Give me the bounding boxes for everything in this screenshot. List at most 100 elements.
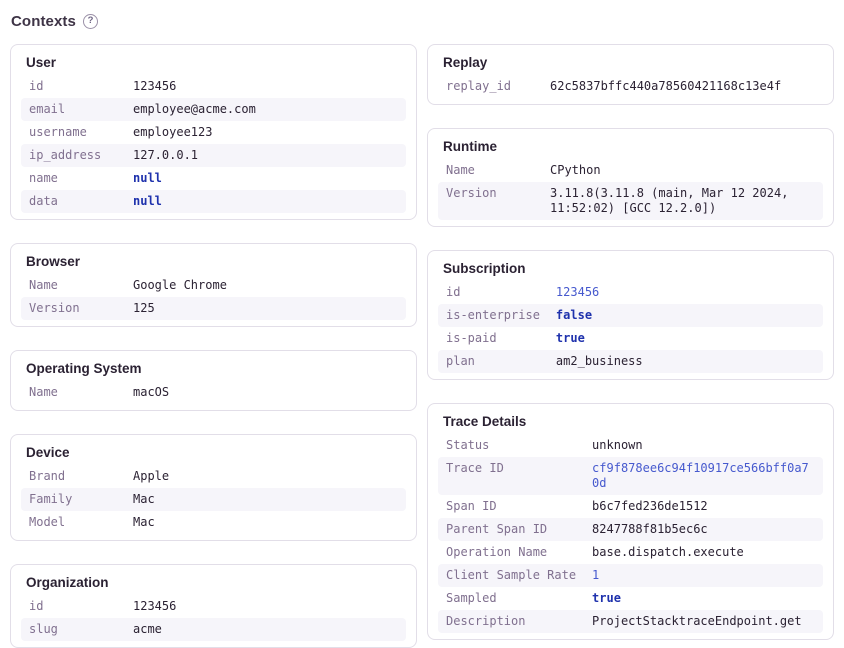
card-runtime: Runtime Name CPython Version 3.11.8(3.11…: [427, 128, 834, 227]
context-row: Family Mac: [21, 488, 406, 511]
context-key: id: [21, 595, 125, 618]
context-key: Description: [438, 610, 584, 633]
trace-id-link[interactable]: cf9f878ee6c94f10917ce566bff0a70d: [592, 461, 809, 490]
context-value: employee@acme.com: [125, 98, 406, 121]
context-row: is-paid true: [438, 327, 823, 350]
card-title: Runtime: [443, 139, 823, 155]
left-column: User id 123456 email employee@acme.com u…: [10, 44, 417, 648]
context-key: Client Sample Rate: [438, 564, 584, 587]
context-row: Client Sample Rate 1: [438, 564, 823, 587]
card-title: Trace Details: [443, 414, 823, 430]
context-key: Name: [21, 381, 125, 404]
context-key: slug: [21, 618, 125, 641]
card-title: Device: [26, 445, 406, 461]
card-title: Subscription: [443, 261, 823, 277]
context-value-replay-id: 62c5837bffc440a78560421168c13e4f: [542, 75, 823, 98]
context-key: id: [438, 281, 548, 304]
context-value: 8247788f81b5ec6c: [584, 518, 823, 541]
context-key: id: [21, 75, 125, 98]
context-row: Description ProjectStacktraceEndpoint.ge…: [438, 610, 823, 633]
context-row: name null: [21, 167, 406, 190]
context-value: acme: [125, 618, 406, 641]
context-value: 125: [125, 297, 406, 320]
context-value: 127.0.0.1: [125, 144, 406, 167]
context-key: Status: [438, 434, 584, 457]
context-row: Name macOS: [21, 381, 406, 404]
help-icon[interactable]: ?: [83, 14, 98, 29]
context-key: Version: [438, 182, 542, 220]
page-title: Contexts: [11, 13, 76, 30]
contexts-grid: User id 123456 email employee@acme.com u…: [10, 44, 834, 648]
context-value: 3.11.8(3.11.8 (main, Mar 12 2024, 11:52:…: [542, 182, 823, 220]
card-operating-system: Operating System Name macOS: [10, 350, 417, 411]
context-value: Google Chrome: [125, 274, 406, 297]
context-value: Mac: [125, 488, 406, 511]
context-row: id 123456: [21, 75, 406, 98]
context-value-number: 123456: [548, 281, 823, 304]
context-value-null: null: [125, 167, 406, 190]
context-row: Version 125: [21, 297, 406, 320]
context-row: plan am2_business: [438, 350, 823, 373]
context-key: Name: [438, 159, 542, 182]
context-key: plan: [438, 350, 548, 373]
context-value: base.dispatch.execute: [584, 541, 823, 564]
context-row: Version 3.11.8(3.11.8 (main, Mar 12 2024…: [438, 182, 823, 220]
context-key: ip_address: [21, 144, 125, 167]
card-replay: Replay replay_id 62c5837bffc440a78560421…: [427, 44, 834, 105]
context-row: username employee123: [21, 121, 406, 144]
card-organization: Organization id 123456 slug acme: [10, 564, 417, 648]
card-title: Operating System: [26, 361, 406, 377]
context-key: Operation Name: [438, 541, 584, 564]
context-value: CPython: [542, 159, 823, 182]
context-row: data null: [21, 190, 406, 213]
card-subscription: Subscription id 123456 is-enterprise fal…: [427, 250, 834, 380]
context-row: Trace ID cf9f878ee6c94f10917ce566bff0a70…: [438, 457, 823, 495]
card-device: Device Brand Apple Family Mac Model Mac: [10, 434, 417, 541]
context-row: slug acme: [21, 618, 406, 641]
card-title: Replay: [443, 55, 823, 71]
card-browser: Browser Name Google Chrome Version 125: [10, 243, 417, 327]
context-value: 123456: [125, 595, 406, 618]
context-key: replay_id: [438, 75, 542, 98]
context-value: b6c7fed236de1512: [584, 495, 823, 518]
card-user: User id 123456 email employee@acme.com u…: [10, 44, 417, 220]
context-value-bool: true: [548, 327, 823, 350]
contexts-header: Contexts ?: [11, 12, 834, 30]
context-key: username: [21, 121, 125, 144]
context-key: Parent Span ID: [438, 518, 584, 541]
context-key: is-enterprise: [438, 304, 548, 327]
context-key: Model: [21, 511, 125, 534]
context-key: Version: [21, 297, 125, 320]
context-row: Status unknown: [438, 434, 823, 457]
context-key: is-paid: [438, 327, 548, 350]
context-value-null: null: [125, 190, 406, 213]
context-value-bool: false: [548, 304, 823, 327]
context-value-trace-id: cf9f878ee6c94f10917ce566bff0a70d: [584, 457, 823, 495]
context-row: Sampled true: [438, 587, 823, 610]
context-key: Span ID: [438, 495, 584, 518]
card-title: User: [26, 55, 406, 71]
context-row: Brand Apple: [21, 465, 406, 488]
context-value: 123456: [125, 75, 406, 98]
context-key: Family: [21, 488, 125, 511]
context-row: replay_id 62c5837bffc440a78560421168c13e…: [438, 75, 823, 98]
context-row: Span ID b6c7fed236de1512: [438, 495, 823, 518]
context-row: ip_address 127.0.0.1: [21, 144, 406, 167]
context-key: Name: [21, 274, 125, 297]
context-key: email: [21, 98, 125, 121]
context-row: Operation Name base.dispatch.execute: [438, 541, 823, 564]
context-value-bool: true: [584, 587, 823, 610]
context-row: Parent Span ID 8247788f81b5ec6c: [438, 518, 823, 541]
context-key: Brand: [21, 465, 125, 488]
context-row: id 123456: [21, 595, 406, 618]
context-row: email employee@acme.com: [21, 98, 406, 121]
context-row: is-enterprise false: [438, 304, 823, 327]
context-key: Trace ID: [438, 457, 584, 495]
card-trace-details: Trace Details Status unknown Trace ID cf…: [427, 403, 834, 640]
context-value: ProjectStacktraceEndpoint.get: [584, 610, 823, 633]
context-value-number: 1: [584, 564, 823, 587]
context-row: Model Mac: [21, 511, 406, 534]
context-value: employee123: [125, 121, 406, 144]
context-row: Name Google Chrome: [21, 274, 406, 297]
context-row: id 123456: [438, 281, 823, 304]
